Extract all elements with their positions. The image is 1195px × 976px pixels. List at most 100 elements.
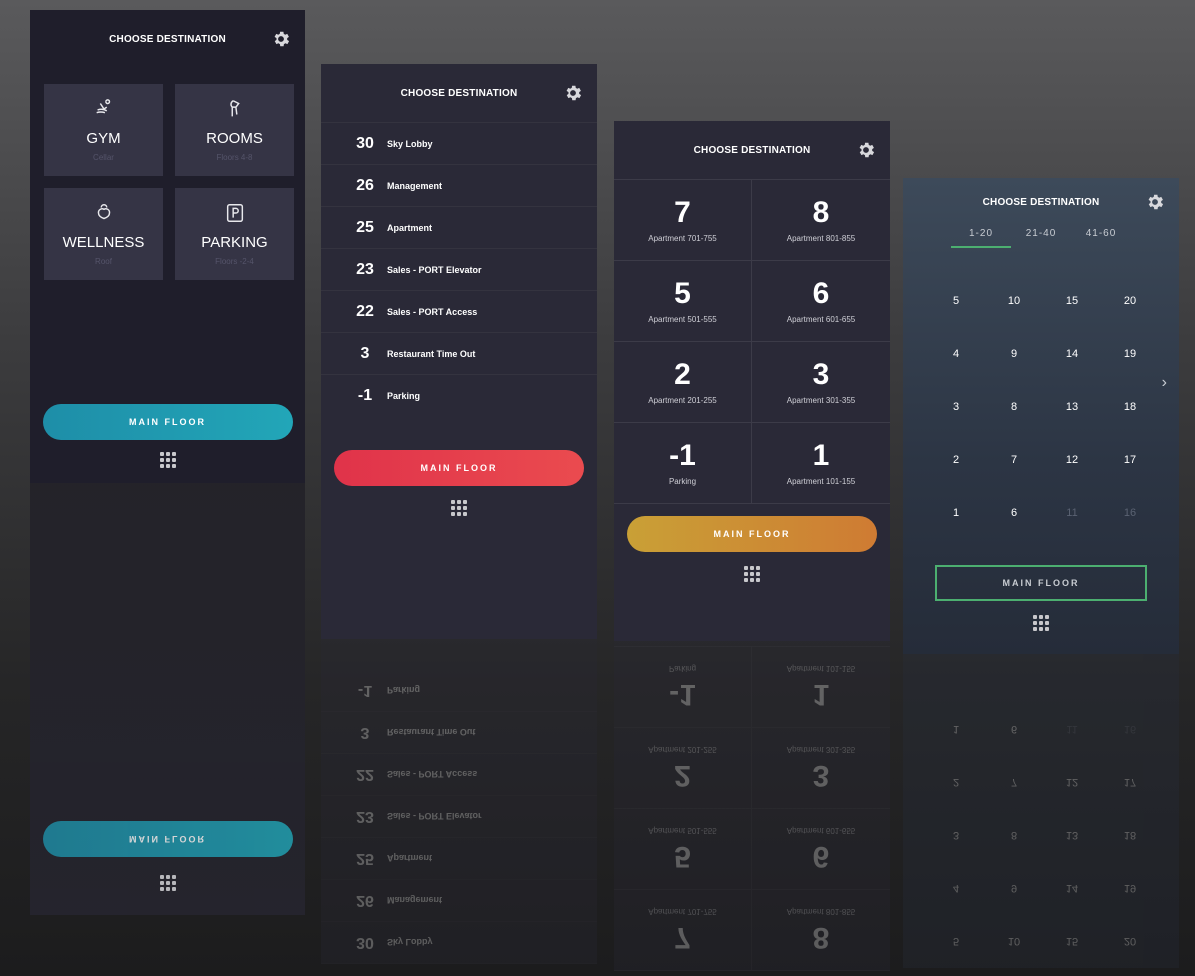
reflected-floor-cell: 7 Apartment 701-755 [614,889,752,970]
reflected-floor-cell: 5 Apartment 501-555 [614,808,752,889]
main-floor-button[interactable]: MAIN FLOOR [334,450,584,486]
floor-number-button[interactable]: 18 [1101,380,1159,433]
gear-icon[interactable] [1145,192,1165,212]
gear-icon[interactable] [563,83,583,103]
floor-cell[interactable]: 3 Apartment 301-355 [752,342,890,423]
header-title: CHOOSE DESTINATION [693,144,811,156]
floor-name: Sales - PORT Elevator [387,811,482,822]
keypad-icon[interactable] [451,500,467,516]
floor-number-button[interactable]: 19 [1101,327,1159,380]
floor-name: Management [387,180,443,191]
floor-number-button[interactable]: 4 [927,327,985,380]
floor-number-button[interactable]: 20 [1101,274,1159,327]
floor-number-button[interactable]: 9 [985,327,1043,380]
rooms-icon [224,98,246,120]
main-floor-button[interactable]: MAIN FLOOR [935,565,1147,601]
tab-range[interactable]: 41-60 [1071,226,1131,254]
tile-gym[interactable]: GYM Cellar [44,84,163,176]
floor-number-button[interactable]: 7 [985,433,1043,486]
floor-range-label: Apartment 201-255 [648,745,717,755]
tile-parking[interactable]: PARKING Floors -2-4 [175,188,294,280]
reflected-floor-number-button: 1 [952,723,960,736]
floor-cell[interactable]: -1 Parking [614,423,752,504]
floor-number-button[interactable]: 14 [1043,327,1101,380]
tile-rooms[interactable]: ROOMS Floors 4-8 [175,84,294,176]
floor-number: 22 [356,302,374,320]
destination-panel-grid: CHOOSE DESTINATION 7 Apartment 701-755 8 Ap… [614,121,890,971]
floor-number-button[interactable]: 15 [1043,274,1101,327]
floor-number: 3 [812,759,830,793]
floor-cell[interactable]: 5 Apartment 501-555 [614,261,752,342]
floor-row[interactable]: 23 Sales - PORT Elevator [321,248,597,290]
panel-reflection: MAIN FLOOR [30,483,305,915]
panel-header: CHOOSE DESTINATION [321,64,597,122]
header-title: CHOOSE DESTINATION [982,196,1100,208]
gear-icon[interactable] [856,140,876,160]
reflected-floor-number-button: 8 [1010,829,1018,842]
panel-reflection: 7 Apartment 701-755 8 Apartment 801-855 5 Apa… [614,641,890,971]
floor-cell[interactable]: 8 Apartment 801-855 [752,180,890,261]
reflected-floor-number-button: 3 [952,829,960,842]
floor-number: 7 [674,195,691,229]
floor-number-button[interactable]: 16 [1101,486,1159,539]
floor-number-button[interactable]: 6 [985,486,1043,539]
floor-cell[interactable]: 7 Apartment 701-755 [614,180,752,261]
floor-row[interactable]: 26 Management [321,164,597,206]
reflected-floor-number-button: 16 [1123,723,1137,736]
reflected-floor-number-button: 15 [1065,935,1079,948]
gear-icon[interactable] [271,29,291,49]
floor-number: 3 [812,357,830,391]
reflected-floor-number-button: 2 [952,776,960,789]
reflected-floor-number-button: 7 [1010,776,1018,789]
floor-row[interactable]: 30 Sky Lobby [321,122,597,164]
floor-number: 1 [812,438,830,472]
floor-number: 23 [356,260,374,278]
floor-row[interactable]: 25 Apartment [321,206,597,248]
floor-number-button[interactable]: 3 [927,380,985,433]
wellness-icon [93,202,115,224]
floor-number: -1 [357,682,373,700]
floor-name: Restaurant Time Out [387,727,476,738]
reflected-floor-number-button: 14 [1065,882,1079,895]
reflected-floor-row: 23 Sales - PORT Elevator [321,796,597,838]
floor-range-label: Apartment 801-855 [786,907,856,917]
reflected-floor-number-button: 6 [1010,723,1018,736]
floor-number: -1 [669,438,696,472]
reflected-floor-number-button: 11 [1066,723,1078,736]
floor-range-label: Parking [668,664,697,674]
tab-range[interactable]: 21-40 [1011,226,1071,254]
floor-number-button[interactable]: 13 [1043,380,1101,433]
floor-row[interactable]: -1 Parking [321,374,597,416]
floor-number-button[interactable]: 8 [985,380,1043,433]
floor-cell[interactable]: 2 Apartment 201-255 [614,342,752,423]
keypad-icon[interactable] [1033,615,1049,631]
floor-number-button[interactable]: 17 [1101,433,1159,486]
floor-number-button[interactable]: 11 [1043,486,1101,539]
floor-name: Sky Lobby [387,138,433,149]
floor-number: 6 [812,840,830,874]
floor-row[interactable]: 3 Restaurant Time Out [321,332,597,374]
main-floor-button[interactable]: MAIN FLOOR [42,404,293,440]
reflected-floor-number-button: 5 [952,935,960,948]
next-page-arrow-icon[interactable]: › [1162,374,1167,392]
tile-wellness[interactable]: WELLNESS Roof [44,188,163,280]
floor-number-button[interactable]: 12 [1043,433,1101,486]
main-floor-button[interactable]: MAIN FLOOR [627,516,877,552]
floor-cell[interactable]: 1 Apartment 101-155 [752,423,890,504]
floor-number-button[interactable]: 2 [927,433,985,486]
floor-number-button[interactable]: 5 [927,274,985,327]
floor-range-label: Apartment 301-355 [786,395,856,405]
floor-number-button[interactable]: 10 [985,274,1043,327]
destination-panel-list: CHOOSE DESTINATION 30 Sky Lobby 26 Manageme… [321,64,597,964]
tile-label: PARKING [201,234,268,251]
keypad-icon[interactable] [159,452,176,468]
floor-number-grid: › 5 10 15 20 4 9 14 19 3 8 13 18 2 7 12 17 1 6 11 16 [903,254,1179,539]
floor-number-button[interactable]: 1 [927,486,985,539]
tab-range[interactable]: 1-20 [951,226,1011,248]
header-title: CHOOSE DESTINATION [400,87,518,99]
floor-number: 30 [356,134,374,152]
floor-row[interactable]: 22 Sales - PORT Access [321,290,597,332]
panel-header: CHOOSE DESTINATION [30,10,305,68]
floor-cell[interactable]: 6 Apartment 601-655 [752,261,890,342]
keypad-icon[interactable] [744,566,760,582]
